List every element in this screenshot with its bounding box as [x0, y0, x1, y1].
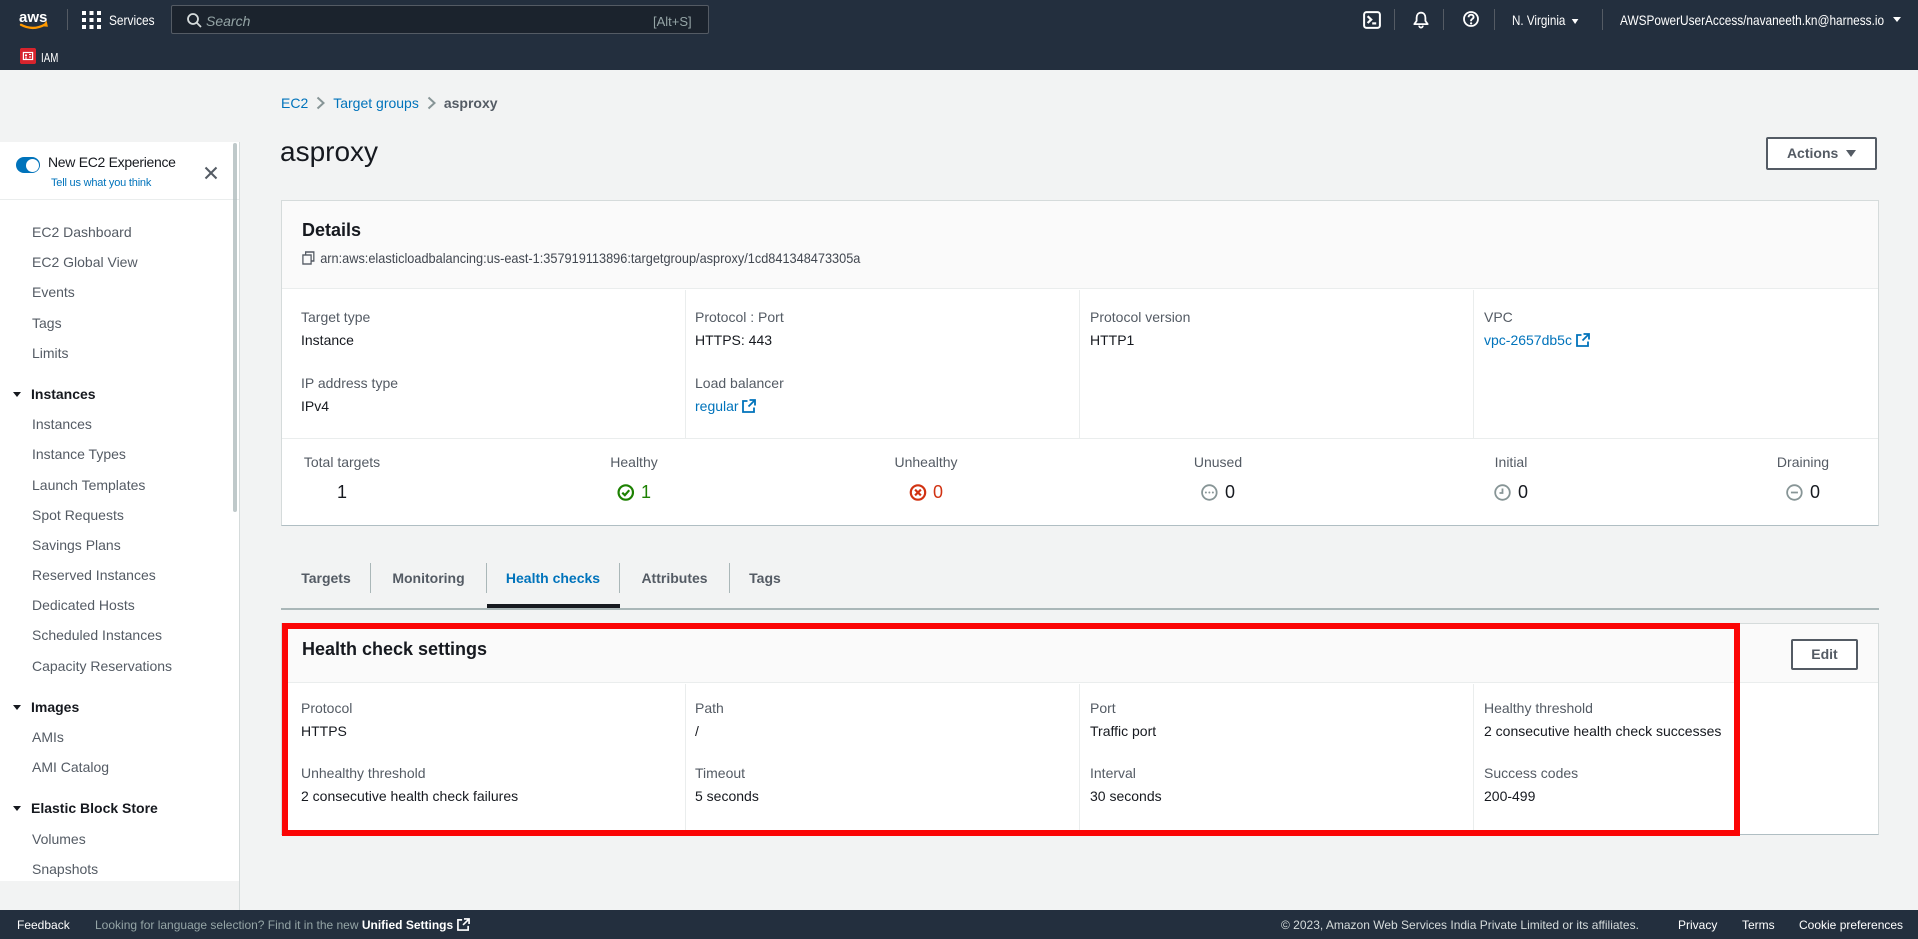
svg-text:aws: aws: [19, 9, 47, 26]
